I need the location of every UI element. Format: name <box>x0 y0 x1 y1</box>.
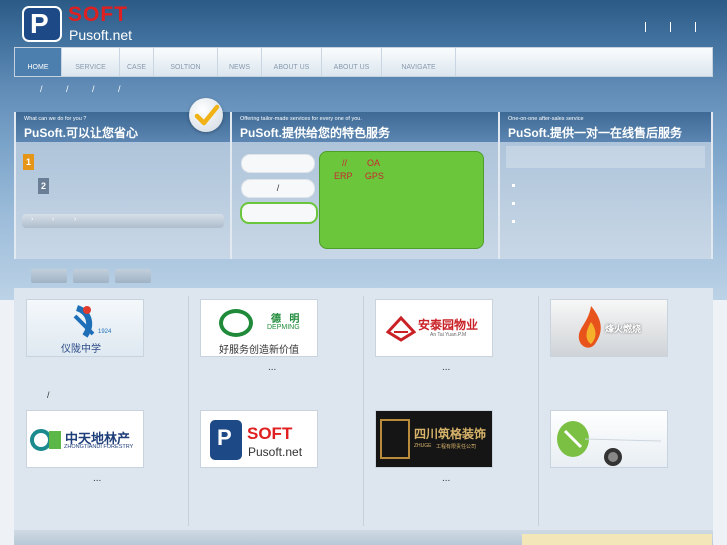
client-logo-green[interactable] <box>550 410 668 468</box>
client-logo-pusoft[interactable]: P SOFT Pusoft.net <box>200 410 318 468</box>
panel3-heading: PuSoft.提供一对一在线售后服务 <box>508 126 682 140</box>
client-logo-antai[interactable]: 安泰园物业 An Tai Yuan.P.M <box>375 299 493 357</box>
client-logo-flame[interactable]: 烽火燃烧 <box>550 299 668 357</box>
client-logo-school[interactable]: 1924 仪陇中学 <box>26 299 144 357</box>
service-detail-box: // OA ERP GPS <box>319 151 484 249</box>
breadcrumb-sep: / <box>40 84 43 94</box>
panel2-body: / // OA ERP GPS <box>232 142 498 259</box>
header-divider <box>645 22 646 32</box>
deming-emblem-icon <box>219 309 253 337</box>
caption-1: ... <box>268 362 277 373</box>
flame-cn: 烽火燃烧 <box>605 324 642 334</box>
arrow-icon: › <box>52 216 55 223</box>
breadcrumb-sep: / <box>66 84 69 94</box>
gallery-tab-3[interactable] <box>115 269 151 283</box>
panel3-body <box>500 142 711 259</box>
header-divider <box>695 22 696 32</box>
panel3-header: One-on-one after-sales service PuSoft.提供… <box>500 112 711 142</box>
zhuge-en: ZHUGE <box>414 443 432 449</box>
breadcrumb-sep: / <box>118 84 121 94</box>
antai-emblem-icon <box>386 315 416 342</box>
panel1-subtitle: What can we do for you ? <box>24 116 87 122</box>
list-bullet <box>512 220 515 223</box>
column-divider <box>538 296 539 526</box>
school-year: 1924 <box>98 329 112 335</box>
forestry-emblem-icon <box>30 429 61 451</box>
nav-home[interactable]: HOME <box>15 48 62 76</box>
nav-about-us[interactable]: ABOUT US <box>262 48 322 76</box>
pusoft-brand: SOFT <box>247 424 293 443</box>
service-line-1: // OA <box>342 158 381 168</box>
column-divider <box>363 296 364 526</box>
panel2-heading: PuSoft.提供给您的特色服务 <box>240 126 390 140</box>
deming-cn: 德 明 <box>271 314 300 325</box>
service-tab-2[interactable]: / <box>241 179 315 198</box>
step-1-badge: 1 <box>23 154 34 170</box>
pusoft-url: Pusoft.net <box>248 445 303 459</box>
antai-cn: 安泰园物业 <box>418 318 479 332</box>
main-nav: HOME SERVICE CASE SOLTION NEWS ABOUT US … <box>14 47 713 77</box>
nav-case[interactable]: CASE <box>120 48 154 76</box>
panel1-body: 1 2 › › › <box>16 142 230 259</box>
nav-about-us-2[interactable]: ABOUT US <box>322 48 382 76</box>
forestry-en: ZHONGTIANDI FORESTRY <box>64 444 134 450</box>
list-bullet <box>512 184 515 187</box>
support-banner <box>506 146 705 168</box>
checkmark-icon <box>189 98 223 132</box>
green-leaf-icon <box>557 421 662 466</box>
nav-navigate[interactable]: NAVIGATE <box>382 48 456 76</box>
panel2-header: Offering tailor-made services for every … <box>232 112 498 142</box>
client-logo-forestry[interactable]: 中天地林产 ZHONGTIANDI FORESTRY <box>26 410 144 468</box>
header-divider <box>670 22 671 32</box>
footer-bar <box>14 530 713 545</box>
gallery-tab-1[interactable] <box>31 269 67 283</box>
arrow-icon: › <box>31 216 34 223</box>
service-tab-1[interactable] <box>241 154 315 173</box>
panel3-subtitle: One-on-one after-sales service <box>508 116 584 122</box>
deming-slogan: 好服务创造新价值 <box>219 345 299 356</box>
client-logo-deming[interactable]: 德 明 DEPMING 好服务创造新价值 <box>200 299 318 357</box>
client-gallery: 1924 仪陇中学 德 明 DEPMING 好服务创造新价值 安泰园物业 An … <box>14 288 713 538</box>
zhuge-cn: 四川筑格装饰 <box>414 427 487 441</box>
caption-4: ... <box>442 473 451 484</box>
caption-2: ... <box>442 362 451 373</box>
breadcrumb-sep: / <box>92 84 95 94</box>
antai-en: An Tai Yuan.P.M <box>430 332 467 338</box>
logo-url[interactable]: Pusoft.net <box>69 27 132 43</box>
panel1-link-bar[interactable]: › › › <box>22 214 224 228</box>
zhuge-sub: 工程有限责任公司 <box>436 444 477 450</box>
panel1-heading: PuSoft.可以让您省心 <box>24 126 138 140</box>
logo-letter: P <box>30 8 49 39</box>
nav-soltion[interactable]: SOLTION <box>154 48 218 76</box>
gallery-tab-2[interactable] <box>73 269 109 283</box>
pusoft-letter: P <box>217 425 232 450</box>
panel2-subtitle: Offering tailor-made services for every … <box>240 116 362 122</box>
nav-service[interactable]: SERVICE <box>62 48 120 76</box>
footer-highlight <box>522 534 712 545</box>
caption-3: ... <box>93 473 102 484</box>
arrow-icon: › <box>74 216 77 223</box>
service-tab-3-active[interactable] <box>240 202 318 224</box>
deming-en: DEPMING <box>267 324 300 331</box>
nav-news[interactable]: NEWS <box>218 48 262 76</box>
feature-panels: What can we do for you ? PuSoft.可以让您省心 1… <box>14 98 713 259</box>
service-line-2: ERP GPS <box>334 171 384 181</box>
list-bullet <box>512 202 515 205</box>
zhuge-emblem-icon <box>380 419 410 459</box>
client-logo-zhuge[interactable]: 四川筑格装饰 ZHUGE 工程有限责任公司 <box>375 410 493 468</box>
step-2-badge: 2 <box>38 178 49 194</box>
logo-brand[interactable]: SOFT <box>68 3 128 27</box>
school-name: 仪陇中学 <box>61 344 101 355</box>
column-divider <box>188 296 189 526</box>
caption-slash: / <box>47 390 50 400</box>
